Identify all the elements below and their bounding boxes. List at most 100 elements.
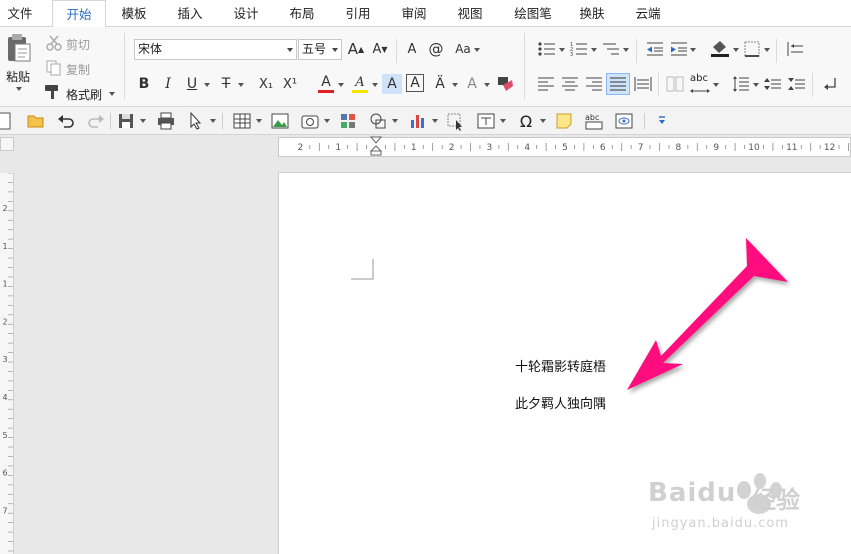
character-distribute-dropdown-icon[interactable]: [713, 83, 719, 87]
open-folder-icon[interactable]: [26, 111, 46, 131]
symbol-dropdown-icon[interactable]: [540, 119, 546, 123]
screenshot-icon[interactable]: [300, 111, 320, 131]
borders-dropdown-icon[interactable]: [764, 48, 770, 52]
grow-font-button[interactable]: A ▲: [346, 39, 366, 59]
enclose-char-button[interactable]: @: [426, 39, 446, 59]
strikethrough-dropdown-icon[interactable]: [238, 83, 244, 87]
font-name-select[interactable]: 宋体: [134, 39, 297, 60]
symbol-icon[interactable]: Ω: [516, 111, 536, 131]
cut-button[interactable]: 剪切: [66, 36, 90, 53]
text-effect-dropdown-icon[interactable]: [484, 83, 490, 87]
screenshot-dropdown-icon[interactable]: [324, 119, 330, 123]
tab-skin[interactable]: 换肤: [570, 0, 614, 27]
distributed-align-icon[interactable]: [634, 77, 652, 91]
text-direction-icon[interactable]: [786, 41, 804, 57]
char-spacing-button[interactable]: Ä: [430, 74, 450, 94]
shrink-font-button[interactable]: A ▼: [370, 39, 390, 59]
numbered-list-icon[interactable]: 123: [570, 41, 588, 57]
paste-button[interactable]: 粘贴: [2, 31, 36, 97]
copy-icon[interactable]: [46, 60, 62, 76]
chart-icon[interactable]: [408, 111, 428, 131]
char-spacing-dropdown-icon[interactable]: [452, 83, 458, 87]
align-center-icon[interactable]: [562, 77, 578, 91]
select-cursor-icon[interactable]: [186, 111, 206, 131]
para-spacing-before-icon[interactable]: [764, 76, 782, 92]
picture-icon[interactable]: [270, 111, 290, 131]
tab-home[interactable]: 开始: [52, 0, 106, 28]
copy-button[interactable]: 复制: [66, 61, 90, 78]
tab-layout[interactable]: 布局: [280, 0, 324, 27]
shapes-grid-icon[interactable]: [338, 111, 358, 131]
table-dropdown-icon[interactable]: [256, 119, 262, 123]
decrease-indent-icon[interactable]: [646, 41, 664, 57]
table-icon[interactable]: [232, 111, 252, 131]
multilevel-list-dropdown-icon[interactable]: [623, 48, 629, 52]
tab-insert[interactable]: 插入: [168, 0, 212, 27]
document-line[interactable]: 十轮霜影转庭梧: [515, 356, 606, 375]
textbox-icon[interactable]: [476, 111, 496, 131]
chart-dropdown-icon[interactable]: [432, 119, 438, 123]
multilevel-list-icon[interactable]: [602, 41, 620, 57]
char-shading-button[interactable]: A: [382, 74, 402, 94]
text-select-icon[interactable]: [446, 111, 466, 131]
change-case-button[interactable]: Aa: [450, 39, 476, 59]
font-size-select[interactable]: 五号: [298, 39, 342, 60]
align-right-icon[interactable]: [586, 77, 602, 91]
tab-view[interactable]: 视图: [448, 0, 492, 27]
shading-dropdown-icon[interactable]: [733, 48, 739, 52]
indent-dropdown-icon[interactable]: [690, 48, 696, 52]
line-spacing-icon[interactable]: [732, 76, 750, 92]
indent-marker-icon[interactable]: [370, 136, 382, 156]
show-paragraph-marks-icon[interactable]: [822, 76, 838, 92]
new-document-icon[interactable]: [0, 111, 14, 131]
font-color-dropdown-icon[interactable]: [338, 83, 344, 87]
justify-button[interactable]: [606, 73, 630, 95]
line-spacing-dropdown-icon[interactable]: [753, 83, 759, 87]
clear-format-icon[interactable]: [496, 75, 514, 93]
shapes-icon[interactable]: [368, 111, 388, 131]
tab-draw[interactable]: 绘图笔: [506, 0, 560, 27]
tab-file[interactable]: 文件: [0, 0, 40, 27]
customize-toolbar-icon[interactable]: [652, 111, 672, 131]
phonetic-guide-button[interactable]: A: [402, 39, 422, 59]
underline-dropdown-icon[interactable]: [204, 83, 210, 87]
bullet-list-icon[interactable]: [538, 41, 556, 57]
strikethrough-button[interactable]: T: [216, 74, 236, 94]
italic-button[interactable]: I: [158, 74, 178, 94]
preview-icon[interactable]: [614, 111, 634, 131]
document-line[interactable]: 此夕羁人独向隅: [515, 393, 606, 412]
underline-button[interactable]: U: [182, 74, 202, 94]
font-size-dropdown-icon[interactable]: [329, 40, 341, 59]
tab-review[interactable]: 审阅: [392, 0, 436, 27]
para-spacing-after-icon[interactable]: [788, 76, 806, 92]
horizontal-ruler[interactable]: 2 1 1 2 3 4 5 6 7 8 9 10 11 12: [278, 136, 851, 157]
select-dropdown-icon[interactable]: [210, 119, 216, 123]
tab-templates[interactable]: 模板: [112, 0, 156, 27]
font-name-dropdown-icon[interactable]: [284, 40, 296, 59]
format-painter-dropdown-icon[interactable]: [109, 92, 115, 96]
bold-button[interactable]: B: [134, 74, 154, 94]
vertical-ruler[interactable]: 2 1 1 2 3 4 5 6 7: [0, 172, 14, 554]
print-icon[interactable]: [156, 111, 176, 131]
bullet-list-dropdown-icon[interactable]: [559, 48, 565, 52]
character-distribute-label[interactable]: abc: [690, 73, 708, 84]
superscript-button[interactable]: X¹: [280, 74, 300, 94]
undo-icon[interactable]: [56, 111, 76, 131]
tab-references[interactable]: 引用: [336, 0, 380, 27]
shapes-dropdown-icon[interactable]: [392, 119, 398, 123]
highlight-button[interactable]: A: [350, 72, 370, 92]
tab-cloud[interactable]: 云端: [626, 0, 670, 27]
tab-design[interactable]: 设计: [224, 0, 268, 27]
char-border-button[interactable]: A: [406, 74, 424, 92]
shading-fill-icon[interactable]: [710, 39, 730, 57]
borders-icon[interactable]: [744, 41, 760, 57]
format-painter-button[interactable]: 格式刷: [66, 86, 102, 103]
font-color-button[interactable]: A: [316, 72, 336, 92]
align-left-icon[interactable]: [538, 77, 554, 91]
cut-icon[interactable]: [46, 35, 62, 51]
subscript-button[interactable]: X₁: [256, 74, 276, 94]
textbox-dropdown-icon[interactable]: [500, 119, 506, 123]
column-layout-icon[interactable]: [666, 76, 684, 92]
increase-indent-icon[interactable]: [670, 41, 688, 57]
format-painter-icon[interactable]: [44, 84, 62, 100]
